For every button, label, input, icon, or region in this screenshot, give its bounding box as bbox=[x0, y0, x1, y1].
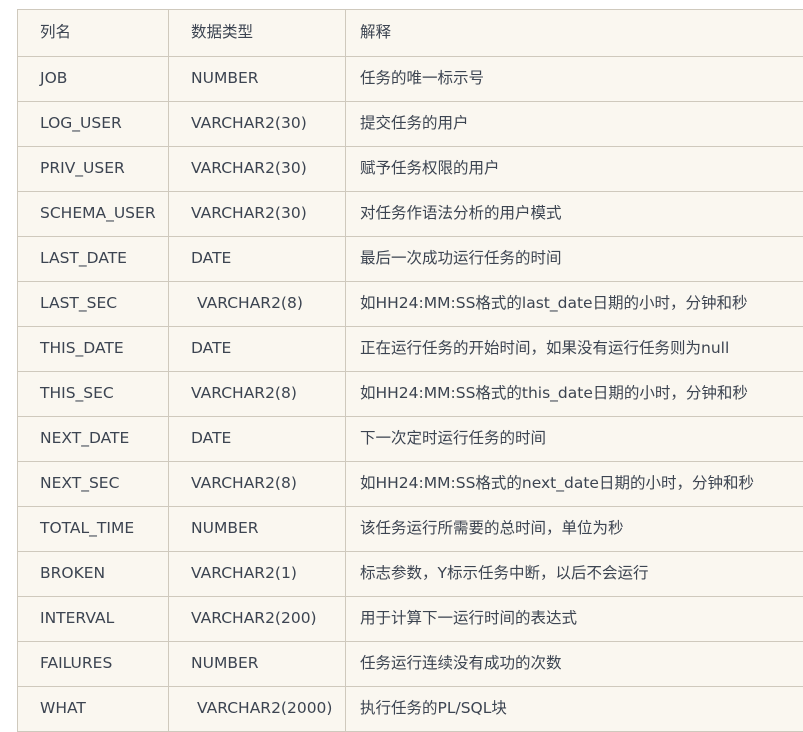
table-row: LAST_SECVARCHAR2(8)如HH24:MM:SS格式的last_da… bbox=[18, 282, 803, 327]
cell-column-name: NEXT_DATE bbox=[18, 417, 169, 462]
cell-description: 执行任务的PL/SQL块 bbox=[346, 687, 803, 732]
cell-description: 标志参数，Y标示任务中断，以后不会运行 bbox=[346, 552, 803, 597]
table-header: 列名 数据类型 解释 bbox=[18, 10, 803, 57]
cell-column-name: WHAT bbox=[18, 687, 169, 732]
cell-data-type: DATE bbox=[169, 237, 346, 282]
table-row: LAST_DATEDATE最后一次成功运行任务的时间 bbox=[18, 237, 803, 282]
cell-column-name: LAST_SEC bbox=[18, 282, 169, 327]
page-container: 列名 数据类型 解释 JOBNUMBER任务的唯一标示号LOG_USERVARC… bbox=[0, 0, 803, 716]
column-header-description: 解释 bbox=[346, 10, 803, 57]
table-row: NEXT_SECVARCHAR2(8)如HH24:MM:SS格式的next_da… bbox=[18, 462, 803, 507]
cell-description: 用于计算下一运行时间的表达式 bbox=[346, 597, 803, 642]
cell-data-type: VARCHAR2(8) bbox=[169, 372, 346, 417]
cell-data-type: DATE bbox=[169, 417, 346, 462]
cell-description: 最后一次成功运行任务的时间 bbox=[346, 237, 803, 282]
cell-description: 如HH24:MM:SS格式的next_date日期的小时，分钟和秒 bbox=[346, 462, 803, 507]
cell-column-name: BROKEN bbox=[18, 552, 169, 597]
table-row: SCHEMA_USERVARCHAR2(30)对任务作语法分析的用户模式 bbox=[18, 192, 803, 237]
cell-data-type: NUMBER bbox=[169, 57, 346, 102]
cell-data-type: NUMBER bbox=[169, 642, 346, 687]
cell-data-type: VARCHAR2(8) bbox=[169, 462, 346, 507]
column-header-name: 列名 bbox=[18, 10, 169, 57]
column-header-type: 数据类型 bbox=[169, 10, 346, 57]
table-row: JOBNUMBER任务的唯一标示号 bbox=[18, 57, 803, 102]
cell-column-name: NEXT_SEC bbox=[18, 462, 169, 507]
cell-description: 该任务运行所需要的总时间，单位为秒 bbox=[346, 507, 803, 552]
cell-column-name: JOB bbox=[18, 57, 169, 102]
cell-column-name: LAST_DATE bbox=[18, 237, 169, 282]
table-row: THIS_SECVARCHAR2(8)如HH24:MM:SS格式的this_da… bbox=[18, 372, 803, 417]
cell-data-type: VARCHAR2(30) bbox=[169, 147, 346, 192]
table-header-row: 列名 数据类型 解释 bbox=[18, 10, 803, 57]
schema-table: 列名 数据类型 解释 JOBNUMBER任务的唯一标示号LOG_USERVARC… bbox=[17, 9, 803, 732]
cell-column-name: SCHEMA_USER bbox=[18, 192, 169, 237]
table-row: BROKENVARCHAR2(1)标志参数，Y标示任务中断，以后不会运行 bbox=[18, 552, 803, 597]
table-row: THIS_DATEDATE正在运行任务的开始时间，如果没有运行任务则为null bbox=[18, 327, 803, 372]
cell-description: 任务的唯一标示号 bbox=[346, 57, 803, 102]
table-row: TOTAL_TIMENUMBER该任务运行所需要的总时间，单位为秒 bbox=[18, 507, 803, 552]
table-body: JOBNUMBER任务的唯一标示号LOG_USERVARCHAR2(30)提交任… bbox=[18, 57, 803, 732]
cell-column-name: TOTAL_TIME bbox=[18, 507, 169, 552]
cell-description: 提交任务的用户 bbox=[346, 102, 803, 147]
cell-description: 如HH24:MM:SS格式的last_date日期的小时，分钟和秒 bbox=[346, 282, 803, 327]
cell-data-type: VARCHAR2(1) bbox=[169, 552, 346, 597]
table-row: WHATVARCHAR2(2000)执行任务的PL/SQL块 bbox=[18, 687, 803, 732]
cell-description: 正在运行任务的开始时间，如果没有运行任务则为null bbox=[346, 327, 803, 372]
table-row: PRIV_USERVARCHAR2(30)赋予任务权限的用户 bbox=[18, 147, 803, 192]
cell-data-type: NUMBER bbox=[169, 507, 346, 552]
cell-data-type: VARCHAR2(30) bbox=[169, 102, 346, 147]
cell-description: 下一次定时运行任务的时间 bbox=[346, 417, 803, 462]
cell-data-type: VARCHAR2(8) bbox=[169, 282, 346, 327]
table-row: NEXT_DATEDATE下一次定时运行任务的时间 bbox=[18, 417, 803, 462]
table-row: FAILURESNUMBER任务运行连续没有成功的次数 bbox=[18, 642, 803, 687]
cell-column-name: FAILURES bbox=[18, 642, 169, 687]
table-row: INTERVALVARCHAR2(200)用于计算下一运行时间的表达式 bbox=[18, 597, 803, 642]
cell-data-type: DATE bbox=[169, 327, 346, 372]
cell-data-type: VARCHAR2(200) bbox=[169, 597, 346, 642]
cell-column-name: THIS_DATE bbox=[18, 327, 169, 372]
cell-description: 任务运行连续没有成功的次数 bbox=[346, 642, 803, 687]
cell-column-name: LOG_USER bbox=[18, 102, 169, 147]
cell-column-name: THIS_SEC bbox=[18, 372, 169, 417]
cell-column-name: INTERVAL bbox=[18, 597, 169, 642]
cell-description: 如HH24:MM:SS格式的this_date日期的小时，分钟和秒 bbox=[346, 372, 803, 417]
cell-data-type: VARCHAR2(2000) bbox=[169, 687, 346, 732]
cell-description: 对任务作语法分析的用户模式 bbox=[346, 192, 803, 237]
table-row: LOG_USERVARCHAR2(30)提交任务的用户 bbox=[18, 102, 803, 147]
cell-data-type: VARCHAR2(30) bbox=[169, 192, 346, 237]
cell-column-name: PRIV_USER bbox=[18, 147, 169, 192]
cell-description: 赋予任务权限的用户 bbox=[346, 147, 803, 192]
